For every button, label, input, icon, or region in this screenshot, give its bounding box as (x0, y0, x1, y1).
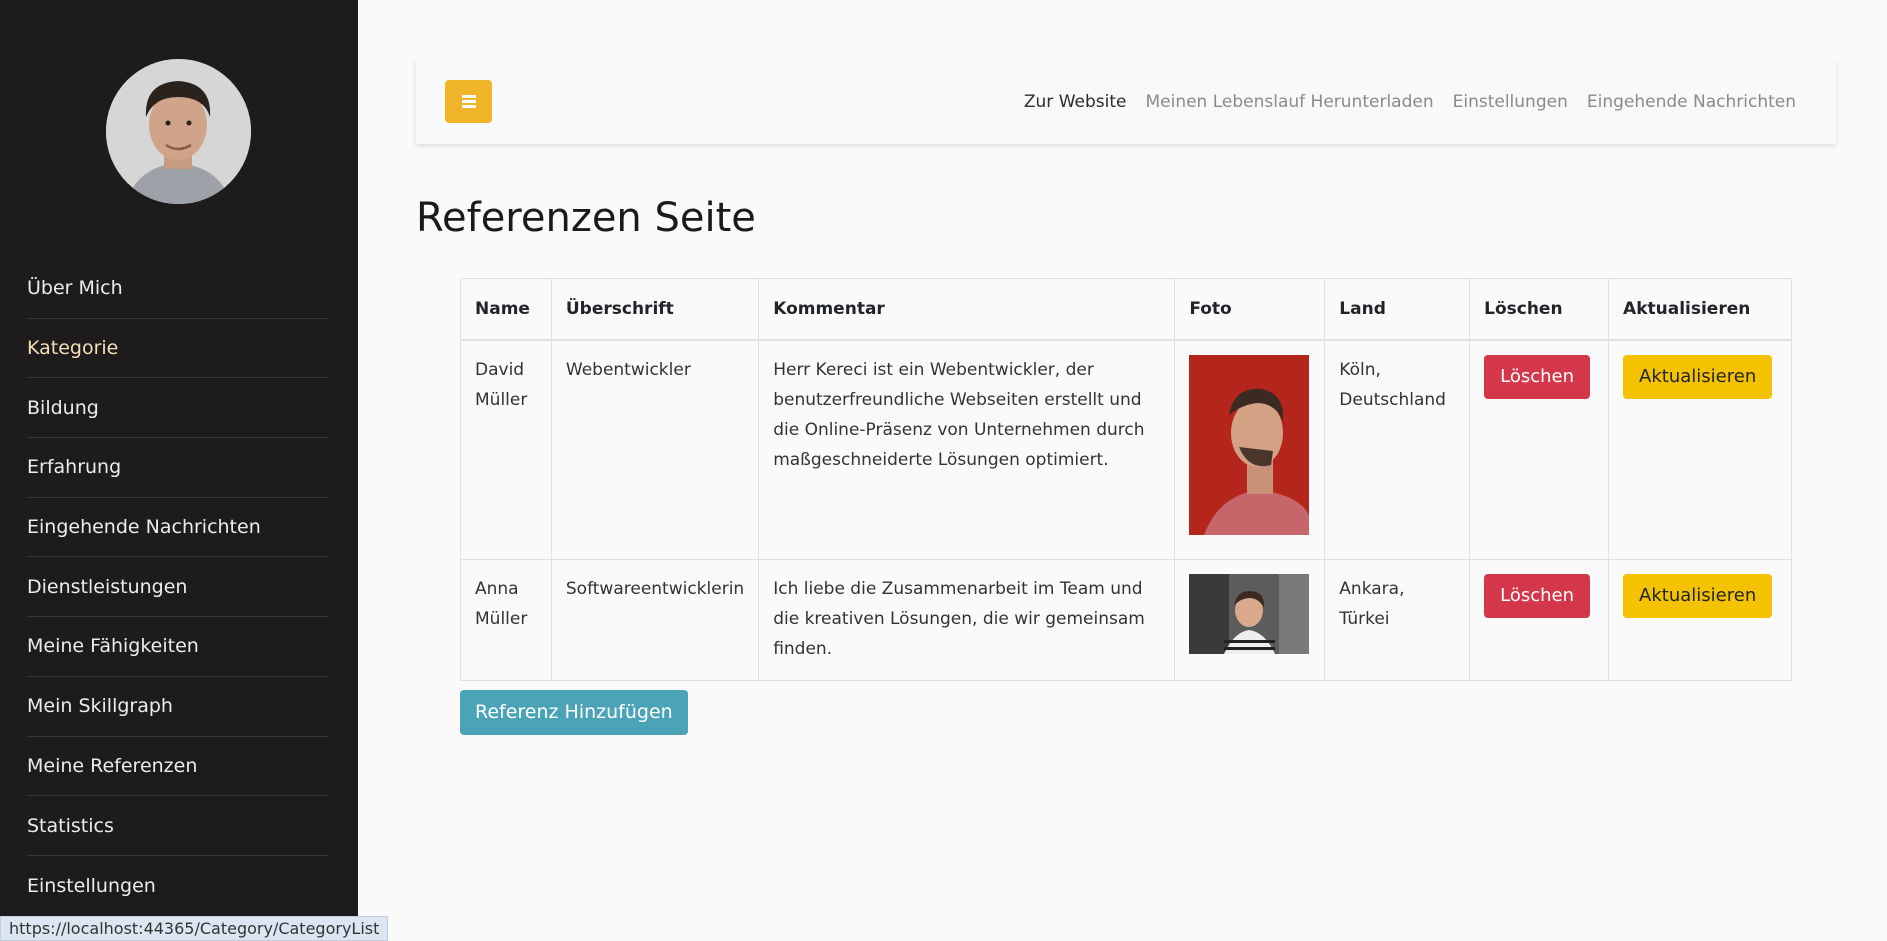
sidebar-item-erfahrung[interactable]: Erfahrung (27, 438, 329, 498)
sidebar-item-ueber-mich[interactable]: Über Mich (27, 259, 329, 319)
column-header-foto: Foto (1174, 278, 1326, 341)
cell-delete: Löschen (1469, 558, 1610, 681)
cell-title: Webentwickler (550, 339, 760, 560)
top-nav-links: Zur Website Meinen Lebenslauf Herunterla… (1024, 59, 1796, 144)
link-lebenslauf-herunterladen[interactable]: Meinen Lebenslauf Herunterladen (1145, 92, 1433, 112)
cell-photo (1174, 558, 1326, 681)
cell-land: Ankara, Türkei (1324, 558, 1471, 681)
menu-toggle-button[interactable] (445, 80, 492, 123)
link-einstellungen[interactable]: Einstellungen (1453, 92, 1568, 112)
link-eingehende-nachrichten[interactable]: Eingehende Nachrichten (1587, 92, 1796, 112)
column-header-kommentar: Kommentar (758, 278, 1176, 341)
reference-photo (1189, 354, 1310, 545)
cell-comment: Ich liebe die Zusammenarbeit im Team und… (758, 558, 1176, 681)
column-header-land: Land (1324, 278, 1471, 341)
cell-name: Anna Müller (460, 558, 552, 681)
update-button[interactable]: Aktualisieren (1623, 354, 1773, 399)
cell-comment: Herr Kereci ist ein Webentwickler, der b… (758, 339, 1176, 560)
cell-delete: Löschen (1469, 339, 1610, 560)
cell-update: Aktualisieren (1608, 558, 1792, 681)
hamburger-icon (461, 93, 476, 110)
references-table: Name Überschrift Kommentar Foto Land Lös… (460, 278, 1792, 681)
sidebar-item-skillgraph[interactable]: Mein Skillgraph (27, 677, 329, 737)
add-reference-button[interactable]: Referenz Hinzufügen (460, 690, 688, 735)
cell-name: David Müller (460, 339, 552, 560)
sidebar-item-kategorie[interactable]: Kategorie (27, 319, 329, 379)
cell-title: Softwareentwicklerin (550, 558, 760, 681)
sidebar-item-statistics[interactable]: Statistics (27, 796, 329, 856)
reference-photo (1189, 573, 1310, 664)
column-header-name: Name (460, 278, 552, 341)
browser-status-url: https://localhost:44365/Category/Categor… (0, 916, 389, 941)
page-title: Referenzen Seite (416, 195, 756, 241)
sidebar-item-referenzen[interactable]: Meine Referenzen (27, 737, 329, 797)
sidebar-item-eingehende-nachrichten[interactable]: Eingehende Nachrichten (27, 498, 329, 558)
cell-land: Köln, Deutschland (1324, 339, 1471, 560)
table-header-row: Name Überschrift Kommentar Foto Land Lös… (460, 278, 1792, 341)
table-row: Anna Müller Softwareentwicklerin Ich lie… (460, 558, 1792, 681)
table-row: David Müller Webentwickler Herr Kereci i… (460, 339, 1792, 560)
cell-photo (1174, 339, 1326, 560)
sidebar-item-faehigkeiten[interactable]: Meine Fähigkeiten (27, 617, 329, 677)
profile-avatar (106, 59, 251, 204)
update-button[interactable]: Aktualisieren (1623, 573, 1773, 618)
sidebar-nav: Über Mich Kategorie Bildung Erfahrung Ei… (27, 259, 329, 916)
top-navbar: Zur Website Meinen Lebenslauf Herunterla… (416, 59, 1836, 144)
delete-button[interactable]: Löschen (1484, 573, 1591, 618)
link-zur-website[interactable]: Zur Website (1024, 92, 1127, 112)
column-header-loeschen: Löschen (1469, 278, 1610, 341)
sidebar-item-einstellungen[interactable]: Einstellungen (27, 856, 329, 916)
column-header-aktualisieren: Aktualisieren (1608, 278, 1792, 341)
column-header-ueberschrift: Überschrift (550, 278, 760, 341)
cell-update: Aktualisieren (1608, 339, 1792, 560)
sidebar-item-bildung[interactable]: Bildung (27, 378, 329, 439)
delete-button[interactable]: Löschen (1484, 354, 1591, 399)
sidebar: Über Mich Kategorie Bildung Erfahrung Ei… (0, 0, 358, 941)
sidebar-item-dienstleistungen[interactable]: Dienstleistungen (27, 557, 329, 618)
